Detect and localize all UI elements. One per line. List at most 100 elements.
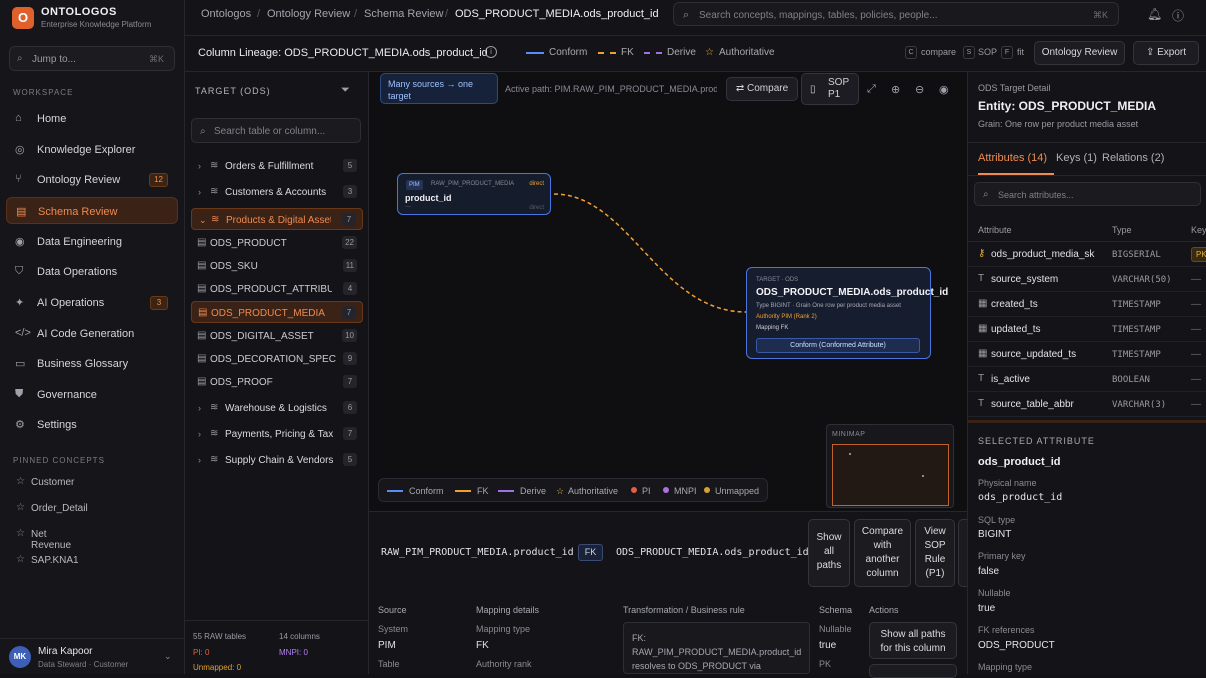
attribute-row[interactable]: ▦ updated_ts TIMESTAMP — [968,317,1206,342]
show-all-paths-column-button[interactable]: Show all paths for this column [869,622,957,659]
bell-icon[interactable]: 🔔︎ [1147,7,1162,21]
pinned-section-label: PINNED CONCEPTS [13,456,105,465]
attribute-name: ods_product_media_sk [991,249,1095,260]
source-table: RAW_PIM_PRODUCT_MEDIA [431,181,515,187]
canvas-legend: Conform FK Derive ☆ Authoritative PI MNP… [378,478,768,502]
pk-label: PK [819,659,832,669]
field-label: Primary key [978,551,1026,561]
sidebar-item-label: Knowledge Explorer [37,144,136,156]
panel-eyebrow: ODS Target Detail [978,83,1051,93]
attribute-row[interactable]: ⚷ ods_product_media_sk BIGSERIAL PK [968,242,1206,267]
pi-dot [631,487,637,493]
shortcut-label: fit [1017,47,1025,57]
attribute-name: source_system [991,274,1059,285]
attribute-name: source_updated_ts [991,349,1077,360]
home-icon: ⌂ [15,112,22,124]
legend-label: Unmapped [715,486,760,496]
breadcrumb-link[interactable]: Schema Review [364,8,443,20]
attribute-row[interactable]: ▦ source_updated_ts TIMESTAMP — [968,342,1206,367]
minimap[interactable]: MINIMAP [826,424,954,508]
derive-legend-line [644,52,662,54]
count-badge: 7 [343,427,357,440]
tree-table-selected[interactable]: ▤ ODS_PRODUCT_MEDIA 7 [191,301,363,323]
sidebar-item-business-glossary[interactable]: ▭ Business Glossary [6,350,178,377]
layers-icon: ≋ [210,402,219,413]
attribute-row[interactable]: ▦ created_ts TIMESTAMP — [968,292,1206,317]
sidebar-item-settings[interactable]: ⚙ Settings [6,411,178,438]
chevron-right-icon: › [198,455,201,465]
tree-table[interactable]: ▤ ODS_DECORATION_SPEC 9 [191,348,363,370]
edge-detail-panel: RAW_PIM_PRODUCT_MEDIA.product_id FK ODS_… [369,512,967,678]
search-icon: ⌕ [983,189,989,200]
jump-to-button[interactable]: ⌕ Jump to... ⌘K [9,46,175,71]
legend-label: PI [642,486,651,496]
target-node[interactable]: TARGET · ODS ODS_PRODUCT_MEDIA.ods_produ… [746,267,948,359]
tree-group[interactable]: › ≋ Warehouse & Logistics 6 [191,397,363,419]
filter-icon[interactable]: ⏷ [341,84,350,97]
code-icon: </> [15,327,31,339]
sidebar-item-ontology-review[interactable]: ⑂ Ontology Review 12 [6,166,178,193]
sidebar-item-ai-operations[interactable]: ✦ AI Operations 3 [6,289,178,316]
global-search-input[interactable]: ⌕ Search concepts, mappings, tables, pol… [673,2,1119,26]
breadcrumb-current: ODS_PRODUCT_MEDIA.ods_product_id [455,8,659,20]
sidebar-item-schema-review[interactable]: ▤ Schema Review [6,197,178,224]
breadcrumb-link[interactable]: Ontology Review [267,8,350,20]
tab-keys[interactable]: Keys (1) [1056,152,1097,164]
attribute-search-input[interactable]: ⌕ Search attributes... [974,182,1201,206]
search-shortcut: ⌘K [1092,10,1108,20]
tree-table[interactable]: ▤ ODS_DIGITAL_ASSET 10 [191,325,363,347]
sidebar-item-governance[interactable]: ⛊ Governance [6,381,178,408]
tree-group[interactable]: › ≋ Customers & Accounts 3 [191,181,363,203]
breadcrumb-separator: / [354,8,358,20]
sidebar-item-data-engineering[interactable]: ◉ Data Engineering [6,228,178,255]
user-menu[interactable]: MK Mira Kapoor Data Steward · Customer ⌄ [0,638,185,674]
ontology-review-button[interactable]: Ontology Review [1034,41,1125,65]
tab-relations[interactable]: Relations (2) [1102,152,1164,164]
lineage-canvas[interactable]: Many sources → one target Active path: P… [369,72,967,512]
selected-attribute-name: ods_product_id [978,456,1061,468]
app-logo-icon[interactable]: O [12,7,34,29]
more-actions-button[interactable] [869,664,957,678]
info-icon[interactable]: i [485,46,497,58]
export-label: Export [1157,47,1187,58]
graph-icon: ⑂ [15,173,22,185]
tree-table[interactable]: ▤ ODS_SKU 11 [191,255,363,277]
tree-group[interactable]: › ≋ Orders & Fulfillment 5 [191,155,363,177]
compare-column-button[interactable]: Compare with another column [854,519,911,587]
tree-group[interactable]: › ≋ Supply Chain & Vendors 5 [191,449,363,471]
sidebar-item-data-operations[interactable]: ⛉ Data Operations [6,258,178,285]
help-icon[interactable]: ⓘ [1172,7,1184,24]
sidebar-item-knowledge-explorer[interactable]: ◎ Knowledge Explorer [6,136,178,163]
nullable-label: Nullable [819,624,852,634]
tree-table[interactable]: ▤ ODS_PRODUCT 22 [191,232,363,254]
export-button[interactable]: ⇪ Export [1133,41,1199,65]
fk-edge[interactable] [553,193,747,313]
mapping-header: Mapping details [476,605,540,615]
tree-group-expanded[interactable]: ⌄ ≋ Products & Digital Assets 7 [191,208,363,230]
breadcrumb-link[interactable]: Ontologos [201,8,251,20]
attribute-row[interactable]: T source_system VARCHAR(50) — [968,267,1206,292]
tree-group[interactable]: › ≋ Payments, Pricing & Tax 7 [191,423,363,445]
table-search-input[interactable]: ⌕ Search table or column... [191,118,361,143]
conform-button[interactable]: Conform (Conformed Attribute) [756,338,920,353]
attribute-key: — [1191,324,1201,335]
sidebar-item-ai-code-generation[interactable]: </> AI Code Generation [6,320,178,347]
attribute-type: VARCHAR(50) [1112,275,1172,285]
tab-attributes[interactable]: Attributes (14) [978,152,1047,164]
overflow-button[interactable] [958,519,967,587]
system-value: PIM [378,640,396,651]
tree-table-label: ODS_PRODUCT [210,238,287,249]
view-sop-rule-button[interactable]: View SOP Rule (P1) [915,519,955,587]
breadcrumb-separator: / [257,8,261,20]
sidebar-item-home[interactable]: ⌂ Home [6,105,178,132]
source-node[interactable]: PIM RAW_PIM_PRODUCT_MEDIA direct product… [397,173,551,215]
column-header: Attribute [978,225,1012,235]
show-all-paths-button[interactable]: Show all paths [808,519,850,587]
attribute-name: created_ts [991,299,1038,310]
mnpi-stat: MNPI: 0 [279,648,308,657]
tree-table[interactable]: ▤ ODS_PRODUCT_ATTRIBUTE 4 [191,278,363,300]
tree-table[interactable]: ▤ ODS_PROOF 7 [191,371,363,393]
source-column-path: RAW_PIM_PRODUCT_MEDIA.product_id [381,547,574,558]
attribute-row[interactable]: T source_table_abbr VARCHAR(3) — [968,392,1206,417]
attribute-row[interactable]: T is_active BOOLEAN — [968,367,1206,392]
